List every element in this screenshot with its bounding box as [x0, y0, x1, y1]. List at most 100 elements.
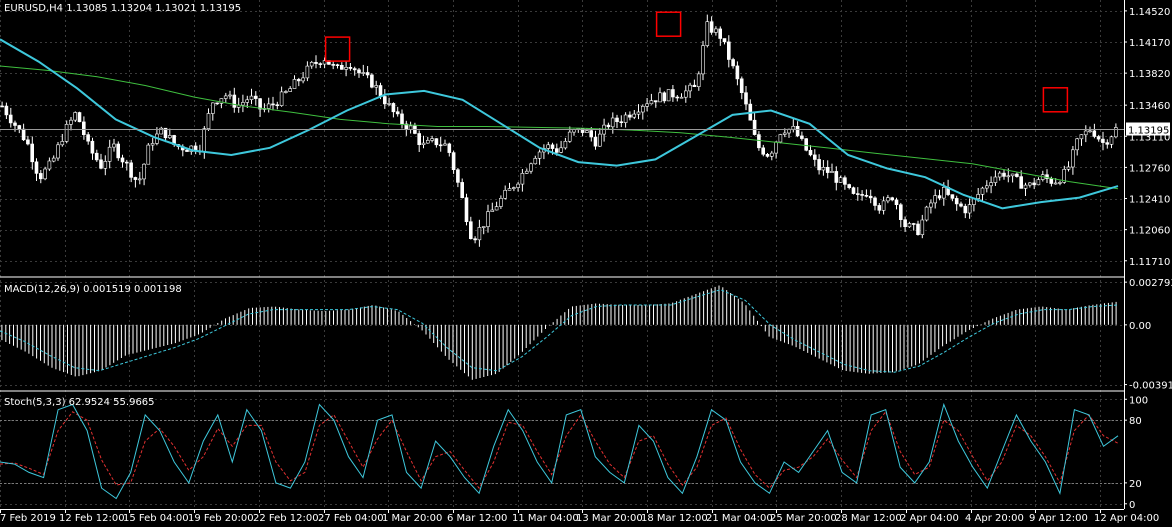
candle-body	[623, 114, 628, 123]
candle-body	[821, 167, 826, 171]
candle-body	[593, 136, 598, 147]
candle-body	[0, 105, 4, 108]
candle-body	[554, 148, 559, 153]
candle-body	[86, 134, 90, 142]
candle-body	[640, 106, 645, 113]
y-tick-label: 80	[1129, 416, 1142, 427]
candle-body	[1088, 130, 1092, 133]
candle-body	[90, 140, 95, 154]
candle-body	[834, 171, 839, 183]
candle-body	[468, 221, 473, 239]
candle-body	[950, 194, 955, 199]
x-tick-label: 27 Feb 04:00	[318, 513, 384, 524]
x-tick-label: 1 Mar 20:00	[382, 513, 442, 524]
candle-body	[993, 176, 998, 183]
candle-body	[924, 206, 929, 221]
y-tick-label: 1.13460	[1129, 101, 1170, 112]
candle-body	[615, 117, 619, 123]
candle-body	[761, 147, 766, 155]
candle-body	[464, 197, 469, 222]
y-tick-label: 20	[1129, 479, 1142, 490]
candle-body	[279, 91, 284, 106]
candle-body	[1002, 172, 1006, 177]
x-tick-label: 12 Apr 04:00	[1094, 513, 1159, 524]
candle-body	[94, 152, 99, 161]
candle-body	[38, 173, 43, 180]
candle-body	[1015, 173, 1019, 177]
candle-body	[258, 98, 262, 110]
candle-body	[1010, 173, 1015, 177]
chart-background	[0, 0, 1172, 527]
candle-body	[254, 95, 258, 99]
candle-body	[490, 209, 495, 212]
candle-body	[211, 102, 215, 114]
y-tick-label: 100	[1129, 395, 1148, 406]
candle-body	[150, 143, 155, 146]
candle-body	[825, 167, 830, 173]
y-tick-label: 1.13110	[1129, 132, 1170, 143]
candle-body	[937, 195, 942, 199]
candle-body	[997, 172, 1002, 178]
candle-body	[507, 188, 512, 191]
candle-body	[1053, 182, 1058, 185]
candle-body	[331, 64, 336, 66]
candle-body	[335, 64, 340, 66]
candle-body	[804, 138, 809, 151]
candle-body	[481, 226, 486, 228]
candle-body	[1023, 184, 1028, 189]
y-tick-label: 0	[1129, 500, 1135, 511]
candle-body	[271, 103, 275, 106]
candle-body	[120, 157, 125, 163]
x-tick-label: 22 Feb 12:00	[253, 513, 319, 524]
candle-body	[275, 104, 280, 106]
candle-body	[374, 85, 379, 88]
candle-body	[1036, 179, 1041, 186]
candle-body	[589, 130, 594, 138]
y-tick-label: 0.00	[1129, 321, 1151, 332]
stoch-pane-title: Stoch(5,3,3) 62.9524 55.9665	[4, 397, 155, 408]
candle-body	[438, 144, 443, 147]
candle-body	[232, 94, 237, 108]
y-tick-label: 1.12060	[1129, 226, 1170, 237]
candle-body	[116, 143, 120, 159]
candle-body	[873, 197, 877, 206]
candle-body	[705, 21, 710, 46]
candle-body	[920, 219, 925, 235]
candle-body	[722, 38, 727, 43]
candle-body	[701, 45, 705, 75]
x-tick-label: 12 Feb 12:00	[59, 513, 125, 524]
candle-body	[916, 223, 920, 235]
candle-body	[1019, 176, 1024, 189]
candle-body	[529, 163, 533, 172]
candle-body	[658, 92, 662, 103]
candle-body	[8, 114, 13, 124]
candle-body	[443, 143, 447, 146]
candle-body	[309, 61, 314, 67]
candle-body	[13, 122, 17, 126]
candle-body	[610, 117, 615, 128]
candle-body	[215, 102, 219, 105]
candle-body	[890, 197, 895, 201]
candle-body	[185, 149, 189, 152]
y-tick-label: 1.14520	[1129, 7, 1170, 18]
candle-body	[1101, 138, 1105, 143]
candle-body	[941, 187, 946, 199]
candle-body	[735, 65, 740, 80]
candle-body	[800, 135, 804, 139]
candle-body	[43, 168, 47, 180]
candle-body	[47, 160, 52, 170]
candle-body	[142, 163, 146, 180]
candle-body	[1032, 182, 1036, 186]
x-tick-label: 2 Apr 04:00	[900, 513, 959, 524]
candle-body	[339, 65, 344, 70]
candle-body	[795, 126, 800, 137]
candle-body	[56, 144, 60, 159]
candle-body	[830, 171, 834, 173]
candle-body	[112, 143, 116, 148]
candle-body	[812, 154, 817, 160]
candle-body	[632, 113, 637, 118]
candle-body	[451, 152, 456, 171]
candle-body	[714, 28, 718, 33]
candle-body	[563, 141, 568, 149]
trading-chart[interactable]: 1.131951.145201.141701.138201.134601.131…	[0, 0, 1172, 527]
